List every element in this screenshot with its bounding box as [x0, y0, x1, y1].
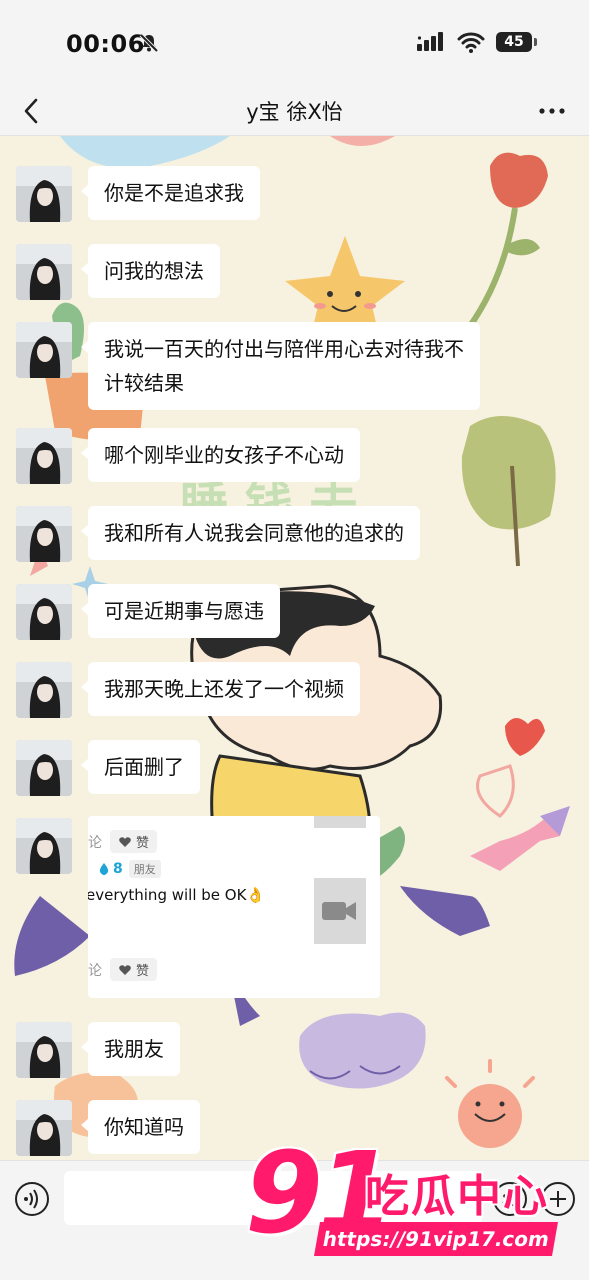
video-thumbnail[interactable] — [314, 878, 366, 944]
contact-avatar[interactable] — [16, 428, 72, 484]
comment-label: 论 — [88, 834, 102, 851]
contact-avatar[interactable] — [16, 818, 72, 874]
chat-message-list[interactable]: 睡 钱 去 你是不是追求我 问我的想法 我说一百天的付出与陪伴用心去对待我不计较… — [0, 136, 589, 1160]
battery-indicator: 45 — [496, 32, 537, 52]
contact-avatar[interactable] — [16, 584, 72, 640]
heart-icon — [119, 836, 131, 847]
message-bubble[interactable]: 哪个刚毕业的女孩子不心动 — [81, 428, 360, 482]
contact-avatar[interactable] — [16, 740, 72, 796]
likes-count: 8 — [113, 861, 123, 877]
message-bubble[interactable]: 我说一百天的付出与陪伴用心去对待我不计较结果 — [81, 322, 480, 410]
contact-avatar[interactable] — [16, 506, 72, 562]
watermark-brand: 吃瓜中心 — [365, 1171, 549, 1222]
shared-image-message[interactable]: 论 赞 8 朋友 everything will be OK👌 论 赞 — [88, 816, 380, 998]
message-bubble[interactable]: 后面删了 — [81, 740, 200, 794]
contact-avatar[interactable] — [16, 166, 72, 222]
wifi-icon — [457, 32, 485, 53]
message-bubble[interactable]: 我和所有人说我会同意他的追求的 — [81, 506, 420, 560]
post-text: everything will be OK👌 — [88, 886, 266, 904]
friend-badge: 朋友 — [128, 860, 161, 878]
heart-icon — [119, 964, 131, 975]
chat-title: y宝 徐X怡 — [246, 100, 343, 124]
like-chip: 赞 — [110, 958, 158, 981]
drop-icon — [99, 863, 109, 875]
contact-avatar[interactable] — [16, 662, 72, 718]
site-watermark: 91 吃瓜中心 https://91vip17.com — [245, 1138, 575, 1266]
voice-input-icon[interactable] — [14, 1181, 50, 1217]
cellular-signal-icon — [417, 32, 443, 51]
mute-bell-icon — [139, 33, 159, 53]
status-time: 00:06 — [66, 30, 145, 58]
thumbnail-partial — [314, 816, 366, 828]
message-bubble[interactable]: 问我的想法 — [81, 244, 220, 298]
status-bar: 00:06 45 — [0, 0, 589, 86]
card-author-row: 8 朋友 — [98, 860, 161, 878]
chat-header: y宝 徐X怡 — [0, 86, 589, 136]
message-bubble[interactable]: 可是近期事与愿违 — [81, 584, 280, 638]
contact-avatar[interactable] — [16, 1100, 72, 1156]
contact-avatar[interactable] — [16, 1022, 72, 1078]
comment-label: 论 — [88, 962, 102, 979]
card-action-row: 论 赞 — [88, 830, 158, 853]
watermark-url: https://91vip17.com — [314, 1222, 558, 1256]
message-bubble[interactable]: 我那天晚上还发了一个视频 — [81, 662, 360, 716]
contact-avatar[interactable] — [16, 322, 72, 378]
video-camera-icon — [322, 902, 356, 920]
like-chip: 赞 — [110, 830, 158, 853]
more-options-icon[interactable] — [537, 96, 567, 126]
like-label: 赞 — [136, 964, 150, 979]
card-action-row: 论 赞 — [88, 958, 158, 981]
like-label: 赞 — [136, 836, 150, 851]
message-bubble[interactable]: 我朋友 — [81, 1022, 180, 1076]
message-bubble[interactable]: 你知道吗 — [81, 1100, 200, 1154]
message-bubble[interactable]: 你是不是追求我 — [81, 166, 260, 220]
contact-avatar[interactable] — [16, 244, 72, 300]
